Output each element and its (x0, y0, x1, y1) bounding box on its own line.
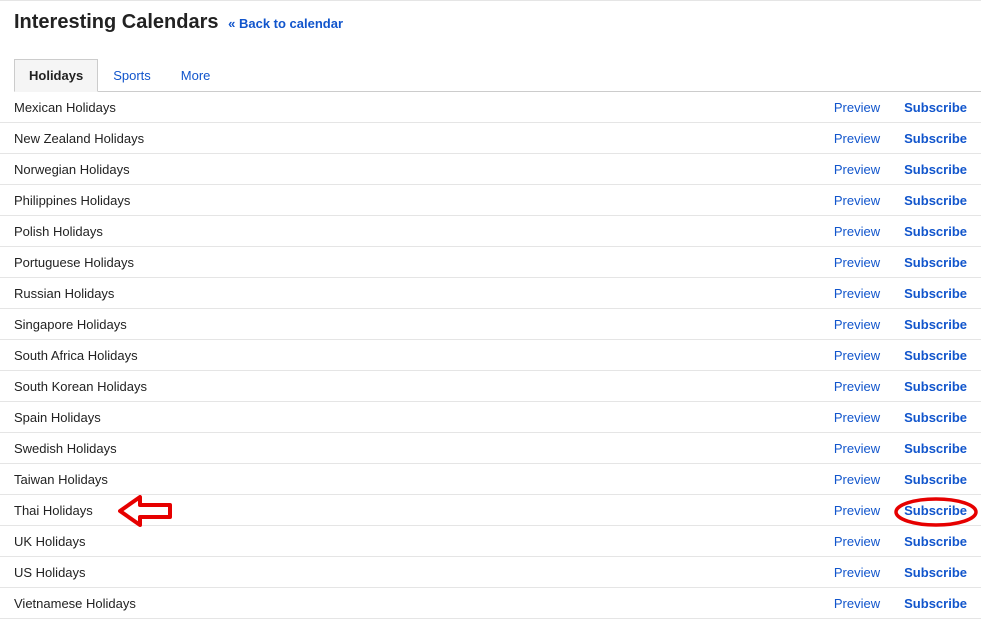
subscribe-link[interactable]: Subscribe (904, 441, 967, 456)
calendar-row: Thai HolidaysPreview Subscribe (0, 495, 981, 526)
calendar-row: South Korean HolidaysPreview Subscribe (0, 371, 981, 402)
preview-link[interactable]: Preview (834, 379, 880, 394)
calendar-row: Russian HolidaysPreview Subscribe (0, 278, 981, 309)
calendar-name: New Zealand Holidays (14, 131, 834, 146)
subscribe-link[interactable]: Subscribe (904, 162, 967, 177)
calendar-name: US Holidays (14, 565, 834, 580)
preview-link[interactable]: Preview (834, 441, 880, 456)
calendar-name: Taiwan Holidays (14, 472, 834, 487)
back-to-calendar-link[interactable]: « Back to calendar (228, 16, 343, 31)
subscribe-link[interactable]: Subscribe (904, 503, 967, 518)
calendar-name: Polish Holidays (14, 224, 834, 239)
page-header: Interesting Calendars « Back to calendar (0, 1, 981, 48)
preview-link[interactable]: Preview (834, 596, 880, 611)
calendar-name: Swedish Holidays (14, 441, 834, 456)
calendar-name: Singapore Holidays (14, 317, 834, 332)
preview-link[interactable]: Preview (834, 534, 880, 549)
subscribe-link[interactable]: Subscribe (904, 472, 967, 487)
subscribe-link[interactable]: Subscribe (904, 534, 967, 549)
subscribe-link[interactable]: Subscribe (904, 379, 967, 394)
annotation-arrow-icon (118, 495, 178, 527)
preview-link[interactable]: Preview (834, 193, 880, 208)
tab-holidays[interactable]: Holidays (14, 59, 98, 92)
subscribe-link[interactable]: Subscribe (904, 100, 967, 115)
calendar-row: US HolidaysPreview Subscribe (0, 557, 981, 588)
subscribe-link[interactable]: Subscribe (904, 193, 967, 208)
subscribe-link[interactable]: Subscribe (904, 348, 967, 363)
calendar-list: Mexican HolidaysPreviewSubscribeNew Zeal… (0, 92, 981, 619)
preview-link[interactable]: Preview (834, 503, 880, 518)
preview-link[interactable]: Preview (834, 131, 880, 146)
calendar-row: New Zealand HolidaysPreview Subscribe (0, 123, 981, 154)
subscribe-link[interactable]: Subscribe (904, 410, 967, 425)
calendar-row: Swedish HolidaysPreview Subscribe (0, 433, 981, 464)
preview-link[interactable]: Preview (834, 286, 880, 301)
subscribe-link[interactable]: Subscribe (904, 131, 967, 146)
calendar-row: Mexican HolidaysPreview Subscribe (0, 92, 981, 123)
preview-link[interactable]: Preview (834, 317, 880, 332)
calendar-row: Vietnamese HolidaysPreview Subscribe (0, 588, 981, 619)
preview-link[interactable]: Preview (834, 224, 880, 239)
preview-link[interactable]: Preview (834, 348, 880, 363)
preview-link[interactable]: Preview (834, 472, 880, 487)
preview-link[interactable]: Preview (834, 565, 880, 580)
subscribe-link[interactable]: Subscribe (904, 286, 967, 301)
calendar-row: Polish HolidaysPreview Subscribe (0, 216, 981, 247)
subscribe-link[interactable]: Subscribe (904, 565, 967, 580)
calendar-row: Taiwan HolidaysPreview Subscribe (0, 464, 981, 495)
page-title: Interesting Calendars (14, 11, 219, 34)
tab-sports[interactable]: Sports (98, 59, 166, 92)
calendar-row: South Africa HolidaysPreview Subscribe (0, 340, 981, 371)
calendar-row: Portuguese HolidaysPreview Subscribe (0, 247, 981, 278)
calendar-name: Mexican Holidays (14, 100, 834, 115)
preview-link[interactable]: Preview (834, 255, 880, 270)
subscribe-link[interactable]: Subscribe (904, 596, 967, 611)
tabs: HolidaysSportsMore (14, 48, 981, 92)
tab-more[interactable]: More (166, 59, 226, 92)
calendar-row: Norwegian HolidaysPreview Subscribe (0, 154, 981, 185)
preview-link[interactable]: Preview (834, 410, 880, 425)
annotation-circle-icon (892, 495, 980, 529)
preview-link[interactable]: Preview (834, 162, 880, 177)
calendar-name: UK Holidays (14, 534, 834, 549)
subscribe-link[interactable]: Subscribe (904, 317, 967, 332)
subscribe-link[interactable]: Subscribe (904, 224, 967, 239)
calendar-row: Philippines HolidaysPreview Subscribe (0, 185, 981, 216)
calendar-name: Vietnamese Holidays (14, 596, 834, 611)
calendar-name: South Africa Holidays (14, 348, 834, 363)
calendar-name: Russian Holidays (14, 286, 834, 301)
preview-link[interactable]: Preview (834, 100, 880, 115)
subscribe-link[interactable]: Subscribe (904, 255, 967, 270)
calendar-row: UK HolidaysPreview Subscribe (0, 526, 981, 557)
calendar-name: Philippines Holidays (14, 193, 834, 208)
calendar-row: Singapore HolidaysPreview Subscribe (0, 309, 981, 340)
calendar-name: Norwegian Holidays (14, 162, 834, 177)
calendar-name: Portuguese Holidays (14, 255, 834, 270)
calendar-name: Thai Holidays (14, 503, 834, 518)
calendar-name: South Korean Holidays (14, 379, 834, 394)
calendar-name: Spain Holidays (14, 410, 834, 425)
calendar-row: Spain HolidaysPreview Subscribe (0, 402, 981, 433)
